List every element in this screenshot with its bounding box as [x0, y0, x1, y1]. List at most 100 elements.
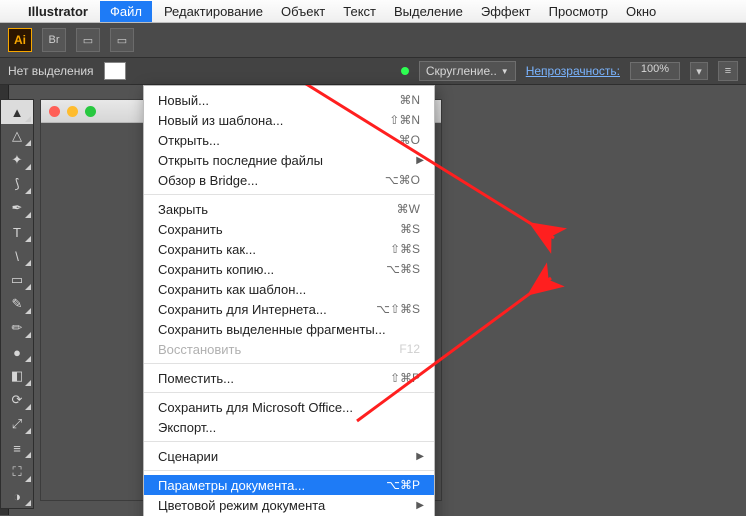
menu-separator	[144, 441, 434, 442]
opacity-stepper[interactable]: ▾	[690, 62, 708, 80]
tool-direct-select[interactable]: △	[1, 124, 33, 148]
menubar-item-объект[interactable]: Объект	[281, 4, 325, 19]
opacity-value[interactable]: 100%	[630, 62, 680, 80]
menu-item-shortcut: ⇧⌘N	[389, 113, 420, 127]
menu-item-label: Сохранить как шаблон...	[158, 282, 420, 297]
menu-item[interactable]: Новый из шаблона... ⇧⌘N	[144, 110, 434, 130]
rounding-dropdown[interactable]: Скругление.. ▼	[419, 61, 516, 81]
selection-status: Нет выделения	[8, 64, 94, 78]
menu-item-label: Сохранить копию...	[158, 262, 376, 277]
toolbar-btn-1[interactable]: Br	[42, 28, 66, 52]
menu-item[interactable]: Новый... ⌘N	[144, 90, 434, 110]
menu-item-label: Новый...	[158, 93, 389, 108]
close-icon[interactable]	[49, 106, 60, 117]
menu-item[interactable]: Поместить...⇧⌘P	[144, 368, 434, 388]
submenu-arrow-icon: ▶	[416, 500, 424, 511]
menu-item[interactable]: Параметры документа... ⌥⌘P	[144, 475, 434, 495]
menu-item-shortcut: ⇧⌘S	[390, 242, 420, 256]
menu-item[interactable]: Сохранить как шаблон...	[144, 279, 434, 299]
menu-separator	[144, 392, 434, 393]
app-toolbar: Ai Br ▭ ▭	[0, 23, 746, 58]
menu-item[interactable]: Сохранить как... ⇧⌘S	[144, 239, 434, 259]
menu-separator	[144, 363, 434, 364]
menu-item: Восстановить F12	[144, 339, 434, 359]
status-dot-icon	[401, 67, 409, 75]
menu-item-label: Сохранить для Интернета...	[158, 302, 366, 317]
menu-item-shortcut: ⌥⌘S	[386, 262, 420, 276]
file-menu-dropdown: Новый...⌘NНовый из шаблона...⇧⌘NОткрыть.…	[143, 85, 435, 516]
tool-magic-wand[interactable]: ✦	[1, 148, 33, 172]
menu-item-shortcut: ⌥⌘P	[386, 478, 420, 492]
rounding-label: Скругление..	[426, 64, 497, 78]
menu-item-shortcut: F12	[399, 342, 420, 356]
menubar-item-редактирование[interactable]: Редактирование	[164, 4, 263, 19]
tool-type[interactable]: T	[1, 220, 33, 244]
menu-item-shortcut: ⌘N	[399, 93, 420, 107]
menu-item-label: Сохранить выделенные фрагменты...	[158, 322, 420, 337]
tool-brush[interactable]: ✎	[1, 292, 33, 316]
menu-item-label: Сохранить	[158, 222, 390, 237]
tool-free-transform[interactable]: ⛶	[1, 460, 33, 484]
menu-item-label: Новый из шаблона...	[158, 113, 379, 128]
options-bar: Нет выделения Скругление.. ▼ Непрозрачно…	[0, 58, 746, 85]
app-logo: Ai	[8, 28, 32, 52]
menu-item[interactable]: Экспорт...	[144, 417, 434, 437]
menu-item-label: Параметры документа...	[158, 478, 376, 493]
menu-item-label: Восстановить	[158, 342, 389, 357]
opacity-label[interactable]: Непрозрачность:	[526, 64, 620, 78]
menu-item-label: Цветовой режим документа	[158, 498, 420, 513]
tool-rectangle[interactable]: ▭	[1, 268, 33, 292]
menu-item-label: Открыть...	[158, 133, 389, 148]
menu-item[interactable]: Сохранить⌘S	[144, 219, 434, 239]
menubar-item-текст[interactable]: Текст	[343, 4, 376, 19]
menubar-item-файл[interactable]: Файл	[100, 1, 152, 22]
menu-separator	[144, 194, 434, 195]
tool-rotate[interactable]: ⟳	[1, 388, 33, 412]
tool-shape-builder[interactable]: ◑	[1, 484, 33, 508]
menubar-item-окно[interactable]: Окно	[626, 4, 656, 19]
tool-lasso[interactable]: ⟆	[1, 172, 33, 196]
tool-eraser[interactable]: ◧	[1, 364, 33, 388]
menu-item-shortcut: ⌥⌘O	[385, 173, 420, 187]
panel-menu-button[interactable]: ≡	[718, 61, 738, 81]
tool-selection[interactable]: ▲	[1, 100, 33, 124]
app-name: Illustrator	[28, 4, 88, 19]
toolbar-btn-2[interactable]: ▭	[76, 28, 100, 52]
menubar-item-эффект[interactable]: Эффект	[481, 4, 531, 19]
menu-item-label: Закрыть	[158, 202, 387, 217]
menu-item[interactable]: Открыть...⌘O	[144, 130, 434, 150]
tool-pencil[interactable]: ✏	[1, 316, 33, 340]
menubar-item-выделение[interactable]: Выделение	[394, 4, 463, 19]
menu-item[interactable]: Сохранить выделенные фрагменты...	[144, 319, 434, 339]
menu-item[interactable]: Сценарии▶	[144, 446, 434, 466]
menu-item[interactable]: Закрыть⌘W	[144, 199, 434, 219]
tool-blob[interactable]: ●	[1, 340, 33, 364]
menu-item[interactable]: Сохранить для Microsoft Office...	[144, 397, 434, 417]
tool-line[interactable]: \	[1, 244, 33, 268]
minimize-icon[interactable]	[67, 106, 78, 117]
menu-item[interactable]: Сохранить для Интернета... ⌥⇧⌘S	[144, 299, 434, 319]
menu-item[interactable]: Обзор в Bridge... ⌥⌘O	[144, 170, 434, 190]
menu-item-label: Открыть последние файлы	[158, 153, 420, 168]
menu-item[interactable]: Открыть последние файлы▶	[144, 150, 434, 170]
submenu-arrow-icon: ▶	[416, 451, 424, 462]
menu-item-label: Экспорт...	[158, 420, 420, 435]
fill-swatch[interactable]	[104, 62, 126, 80]
menu-item-label: Обзор в Bridge...	[158, 173, 375, 188]
menu-item[interactable]: Сохранить копию... ⌥⌘S	[144, 259, 434, 279]
zoom-icon[interactable]	[85, 106, 96, 117]
mac-menubar: Illustrator Файл Редактирование Объект Текс…	[0, 0, 746, 23]
menu-separator	[144, 470, 434, 471]
menu-item-label: Сценарии	[158, 449, 420, 464]
menu-item-label: Сохранить как...	[158, 242, 380, 257]
tool-pen[interactable]: ✒	[1, 196, 33, 220]
tool-panel: ▲△✦⟆✒T\▭✎✏●◧⟳⤢≡⛶◑	[0, 99, 34, 509]
menu-item-shortcut: ⌥⇧⌘S	[376, 302, 420, 316]
menu-item-label: Сохранить для Microsoft Office...	[158, 400, 420, 415]
chevron-down-icon: ▼	[501, 67, 509, 76]
toolbar-btn-3[interactable]: ▭	[110, 28, 134, 52]
tool-width[interactable]: ≡	[1, 436, 33, 460]
menubar-item-просмотр[interactable]: Просмотр	[549, 4, 608, 19]
menu-item[interactable]: Цветовой режим документа▶	[144, 495, 434, 515]
tool-scale[interactable]: ⤢	[1, 412, 33, 436]
